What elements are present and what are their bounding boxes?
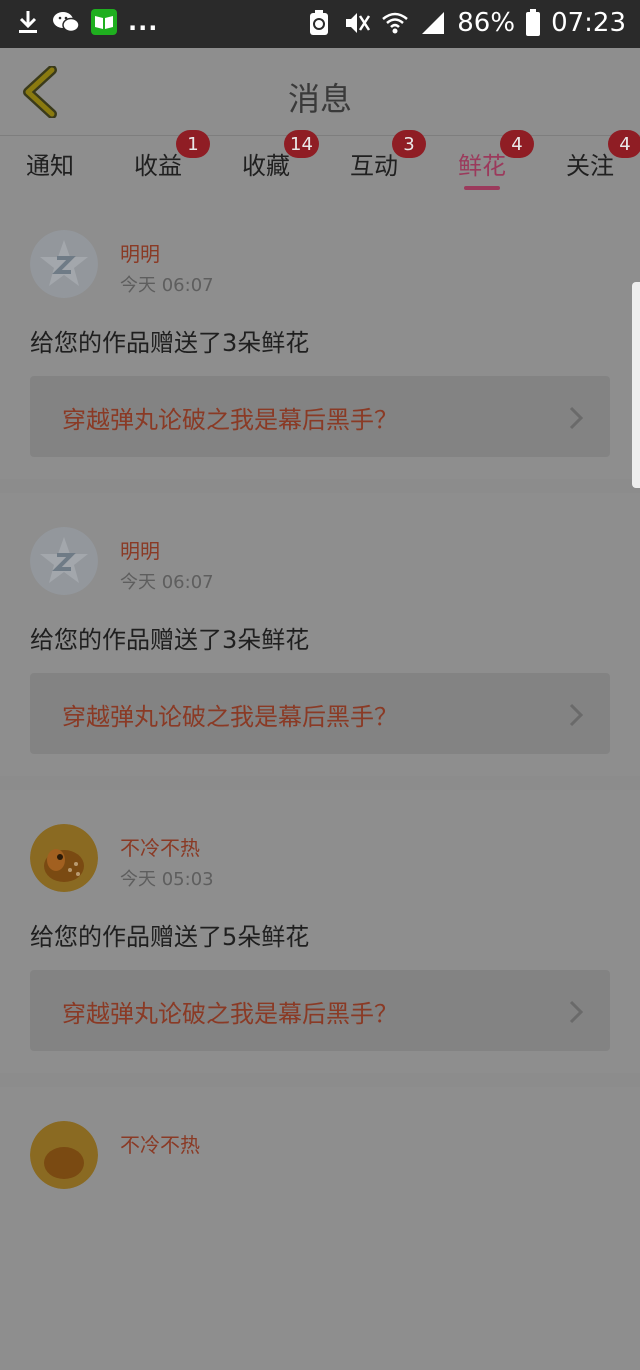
tab-earnings[interactable]: 收益 1	[134, 130, 210, 181]
flower-message-card[interactable]: 明明 今天 06:07 给您的作品赠送了3朵鲜花 穿越弹丸论破之我是幕后黑手？	[0, 493, 640, 776]
wechat-icon	[52, 8, 80, 36]
mute-icon	[343, 9, 371, 37]
avatar[interactable]	[30, 824, 98, 892]
deer-avatar-icon	[30, 1121, 98, 1189]
message-text: 给您的作品赠送了5朵鲜花	[30, 923, 310, 951]
badge-count: 4	[500, 130, 534, 158]
flower-message-card[interactable]: 不冷不热 今天 05:03 给您的作品赠送了5朵鲜花 穿越弹丸论破之我是幕后黑手…	[0, 790, 640, 1073]
tab-label: 鲜花	[458, 152, 506, 180]
badge-count: 1	[176, 130, 210, 158]
tab-follow[interactable]: 关注 4	[566, 130, 640, 181]
work-title: 穿越弹丸论破之我是幕后黑手？	[62, 1000, 398, 1028]
tab-interaction[interactable]: 互动 3	[350, 130, 426, 181]
badge-count: 14	[284, 130, 319, 158]
message-time: 今天 06:07	[120, 275, 214, 296]
wifi-icon	[381, 9, 409, 37]
sender-name[interactable]: 不冷不热	[120, 1129, 200, 1158]
work-link[interactable]: 穿越弹丸论破之我是幕后黑手？	[30, 673, 610, 754]
more-notifications-icon: ...	[128, 8, 159, 36]
sender-name[interactable]: 明明	[120, 238, 160, 267]
avatar[interactable]	[30, 230, 98, 298]
tab-label: 互动	[350, 152, 398, 180]
avatar[interactable]	[30, 527, 98, 595]
badge-count: 4	[608, 130, 640, 158]
sender-name[interactable]: 不冷不热	[120, 832, 200, 861]
qq-default-avatar-icon	[30, 230, 98, 298]
book-app-icon	[90, 8, 118, 36]
sender-name[interactable]: 明明	[120, 535, 160, 564]
avatar[interactable]	[30, 1121, 98, 1189]
tab-label: 关注	[566, 152, 614, 180]
deer-avatar-icon	[30, 824, 98, 892]
work-link[interactable]: 穿越弹丸论破之我是幕后黑手？	[30, 970, 610, 1051]
tab-label: 通知	[26, 152, 74, 180]
flower-message-card[interactable]: 不冷不热	[0, 1087, 640, 1370]
tab-label: 收益	[134, 152, 182, 180]
work-link[interactable]: 穿越弹丸论破之我是幕后黑手？	[30, 376, 610, 457]
page-title: 消息	[287, 80, 352, 118]
signal-icon	[419, 9, 447, 37]
chevron-right-icon	[569, 1000, 584, 1024]
active-tab-indicator	[464, 186, 500, 190]
qq-default-avatar-icon	[30, 527, 98, 595]
app-header: 消息	[0, 48, 640, 136]
chevron-right-icon	[569, 406, 584, 430]
work-title: 穿越弹丸论破之我是幕后黑手？	[62, 406, 398, 434]
tab-favorites[interactable]: 收藏 14	[242, 130, 319, 181]
flower-message-card[interactable]: 明明 今天 06:07 给您的作品赠送了3朵鲜花 穿越弹丸论破之我是幕后黑手？	[0, 196, 640, 479]
battery-icon	[525, 9, 541, 37]
chevron-right-icon	[569, 703, 584, 727]
badge-count: 3	[392, 130, 426, 158]
message-text: 给您的作品赠送了3朵鲜花	[30, 626, 310, 654]
recycle-icon	[305, 9, 333, 37]
clock: 07:23	[551, 8, 626, 38]
message-time: 今天 05:03	[120, 869, 214, 890]
status-bar: ... 86% 07:23	[0, 0, 640, 48]
download-icon	[14, 8, 42, 36]
battery-percent: 86%	[457, 8, 516, 38]
tab-notice[interactable]: 通知	[26, 146, 74, 181]
message-time: 今天 06:07	[120, 572, 214, 593]
work-title: 穿越弹丸论破之我是幕后黑手？	[62, 703, 398, 731]
message-text: 给您的作品赠送了3朵鲜花	[30, 329, 310, 357]
tab-flowers[interactable]: 鲜花 4	[458, 130, 534, 190]
edge-handle[interactable]	[632, 282, 640, 488]
tab-label: 收藏	[242, 152, 290, 180]
tab-bar: 通知 收益 1 收藏 14 互动 3 鲜花 4 关注 4	[0, 130, 640, 196]
